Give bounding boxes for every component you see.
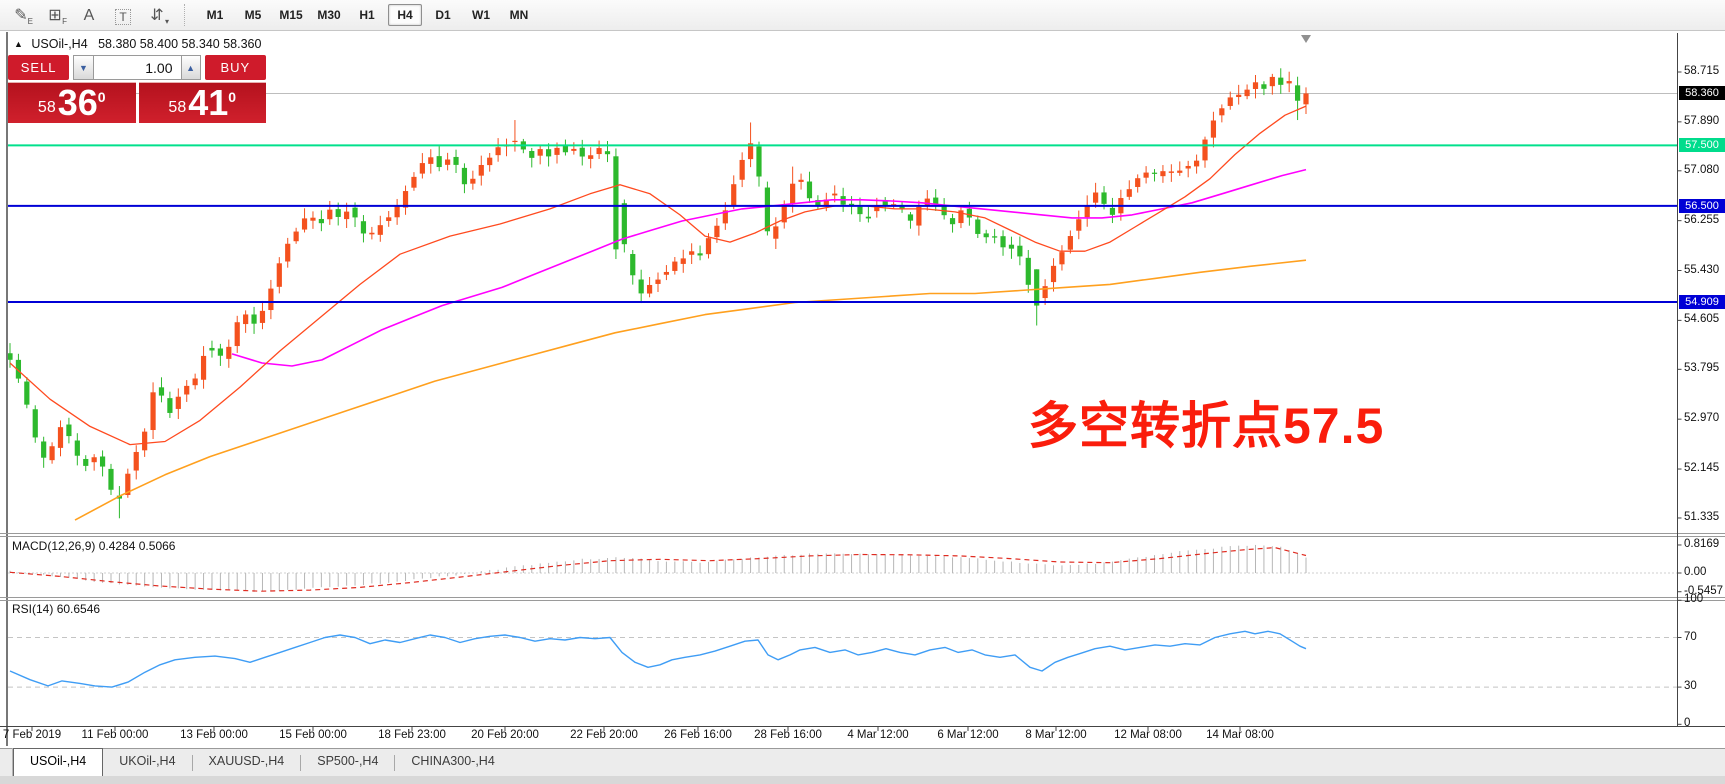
price-axis-label: 51.335 [1684,511,1719,523]
chart-shift-marker-icon [1301,35,1311,43]
price-badge-58.360: 58.360 [1679,86,1725,100]
rsi-axis-label: 100 [1684,593,1703,605]
price-axis-label: 54.605 [1684,313,1719,325]
buy-price-prefix: 58 [168,99,186,117]
sell-price-big: 36 [58,85,98,121]
price-axis-label: 55.430 [1684,264,1719,276]
date-axis-label: 22 Feb 20:00 [570,729,638,741]
macd-values: 0.4284 0.5066 [99,539,176,553]
volume-input[interactable] [94,55,181,80]
symbol-tab-usoilh4[interactable]: USOil-,H4 [13,748,103,776]
chart-header: ▲ USOil-,H4 58.380 58.400 58.340 58.360 [14,37,261,51]
symbol-tab-china300h4[interactable]: CHINA300-,H4 [395,749,510,776]
rsi-value: 60.6546 [57,602,100,616]
sell-price-sup: 0 [98,89,106,105]
price-axis-label: 52.145 [1684,462,1719,474]
bottom-strip [0,776,1725,784]
buy-price-panel[interactable]: 58 41 0 [139,82,267,123]
rsi-label: RSI(14) 60.6546 [12,602,100,616]
price-axis-label: 57.080 [1684,164,1719,176]
price-axis-label: 53.795 [1684,362,1719,374]
volume-decrease-button[interactable]: ▼ [73,55,93,80]
rsi-axis-label: 0 [1684,717,1690,729]
macd-axis-label: 0.8169 [1684,538,1719,550]
collapse-triangle-icon[interactable]: ▲ [14,39,23,49]
buy-button[interactable]: BUY [205,55,266,80]
rsi-axis-label: 30 [1684,680,1697,692]
sell-price-panel[interactable]: 58 36 0 [8,82,136,123]
mt4-app: ✎E⊞FAT⇵▾ M1M5M15M30H1H4D1W1MN ▲ USOil-,H… [0,0,1725,784]
price-axis-label: 52.970 [1684,412,1719,424]
rsi-axis-label: 70 [1684,631,1697,643]
price-axis-label: 56.255 [1684,214,1719,226]
macd-plot [8,545,1677,592]
date-axis-label: 6 Mar 12:00 [937,729,998,741]
date-axis-label: 8 Mar 12:00 [1025,729,1086,741]
price-badge-56.500: 56.500 [1679,199,1725,213]
symbol-name: USOil-,H4 [31,37,87,51]
sell-button[interactable]: SELL [8,55,69,80]
sell-price-prefix: 58 [38,99,56,117]
buy-price-sup: 0 [228,89,236,105]
symbol-tab-sp500h4[interactable]: SP500-,H4 [301,749,394,776]
date-axis-label: 18 Feb 23:00 [378,729,446,741]
price-badge-54.909: 54.909 [1679,295,1725,309]
buy-price-big: 41 [188,85,228,121]
ohlc-values: 58.380 58.400 58.340 58.360 [98,37,261,51]
price-axis-label: 57.890 [1684,115,1719,127]
one-click-trade-panel: SELL ▼ ▲ BUY 58 36 0 58 41 0 [8,55,266,123]
rsi-plot [8,631,1677,687]
date-axis-label: 14 Mar 08:00 [1206,729,1274,741]
tabbar-gutter[interactable] [0,748,13,776]
volume-increase-button[interactable]: ▲ [181,55,201,80]
chart-annotation-text: 多空转折点57.5 [1028,386,1384,458]
date-axis-label: 7 Feb 2019 [3,729,61,741]
main-plot[interactable] [7,68,1677,520]
symbol-tabbar: USOil-,H4UKOil-,H4XAUUSD-,H4SP500-,H4CHI… [0,748,1725,776]
date-axis-label: 26 Feb 16:00 [664,729,732,741]
symbol-tab-xauusdh4[interactable]: XAUUSD-,H4 [193,749,301,776]
date-axis-label: 12 Mar 08:00 [1114,729,1182,741]
date-axis-label: 28 Feb 16:00 [754,729,822,741]
macd-label: MACD(12,26,9) 0.4284 0.5066 [12,539,175,553]
macd-axis-label: 0.00 [1684,566,1706,578]
date-axis-label: 15 Feb 00:00 [279,729,347,741]
price-axis-label: 58.715 [1684,65,1719,77]
date-axis-label: 11 Feb 00:00 [82,729,149,741]
symbol-tab-ukoilh4[interactable]: UKOil-,H4 [103,749,191,776]
rsi-line [10,631,1306,687]
date-axis-label: 4 Mar 12:00 [847,729,908,741]
price-badge-57.500: 57.500 [1679,138,1725,152]
date-axis-label: 13 Feb 00:00 [180,729,248,741]
date-axis-label: 20 Feb 20:00 [471,729,539,741]
